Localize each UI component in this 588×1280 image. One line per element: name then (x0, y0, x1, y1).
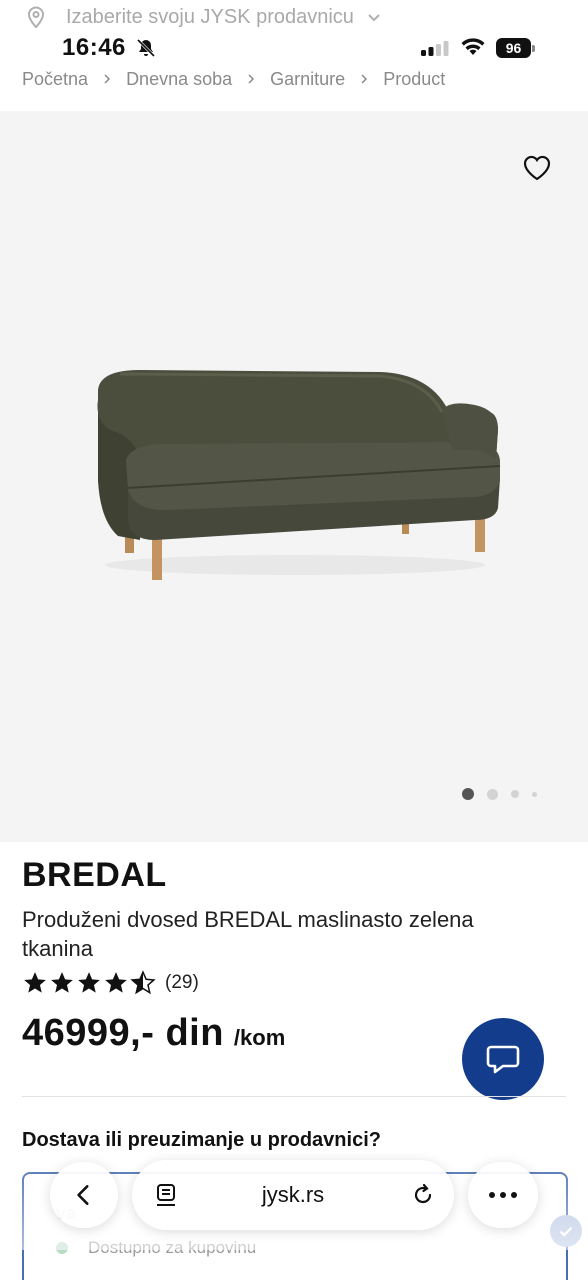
wishlist-heart-icon[interactable] (522, 154, 552, 182)
address-bar[interactable]: jysk.rs (132, 1160, 454, 1230)
chat-button[interactable] (462, 1018, 544, 1100)
reload-icon[interactable] (410, 1182, 436, 1208)
chevron-down-icon (368, 14, 380, 22)
clock: 16:46 (62, 34, 126, 61)
gallery-dot-4[interactable] (532, 791, 537, 797)
star-full-icon (78, 972, 100, 993)
reader-mode-icon[interactable] (154, 1182, 178, 1208)
price-row: 46999,- din /kom (22, 1012, 285, 1055)
gallery-dot-2[interactable] (487, 788, 498, 800)
product-description: Produženi dvosed BREDAL maslinasto zelen… (22, 907, 474, 961)
review-count[interactable]: (29) (165, 972, 199, 994)
price-unit: /kom (233, 1025, 286, 1050)
chevron-right-icon (248, 74, 255, 84)
gallery-pagination[interactable] (462, 787, 550, 801)
breadcrumb-living-room[interactable]: Dnevna soba (126, 69, 232, 90)
product-rating[interactable]: (29) (22, 970, 199, 996)
breadcrumb-sofa-sets[interactable]: Garniture (270, 69, 345, 90)
cellular-signal-icon (421, 41, 449, 56)
battery-level: 96 (496, 38, 531, 58)
star-half-icon (130, 970, 156, 995)
rating-stars (22, 970, 157, 996)
browser-back-button[interactable] (50, 1162, 118, 1228)
chat-bubble-icon (486, 1045, 520, 1074)
gallery-dot-3[interactable] (511, 790, 519, 798)
store-selector-label: Izaberite svoju JYSK prodavnicu (66, 5, 354, 28)
breadcrumb-product: Product (383, 68, 446, 89)
chevron-left-icon (77, 1185, 89, 1205)
wifi-icon (461, 38, 485, 55)
store-selector[interactable]: Izaberite svoju JYSK prodavnicu (0, 0, 588, 34)
star-full-icon (24, 972, 46, 993)
status-bar: 16:46 96 (0, 30, 588, 66)
battery-indicator: 96 (496, 38, 536, 58)
chevron-right-icon (104, 74, 111, 84)
breadcrumb: Početna Dnevna soba Garniture Product (22, 66, 445, 92)
breadcrumb-home[interactable]: Početna (22, 69, 88, 90)
product-image-sofa (97, 370, 501, 580)
product-brand: BREDAL (22, 856, 167, 894)
browser-more-button[interactable] (468, 1162, 538, 1228)
gallery-dot-1[interactable] (462, 788, 474, 800)
chevron-right-icon (361, 74, 368, 84)
product-price: 46999,- din (22, 1012, 224, 1054)
url-text: jysk.rs (261, 1182, 325, 1207)
bell-muted-icon (136, 38, 156, 58)
location-pin-icon (27, 6, 45, 29)
star-full-icon (105, 972, 127, 993)
star-full-icon (51, 972, 73, 993)
delivery-heading: Dostava ili preuzimanje u prodavnici? (22, 1129, 381, 1151)
section-divider (22, 1096, 566, 1097)
more-dots-icon (489, 1192, 517, 1198)
